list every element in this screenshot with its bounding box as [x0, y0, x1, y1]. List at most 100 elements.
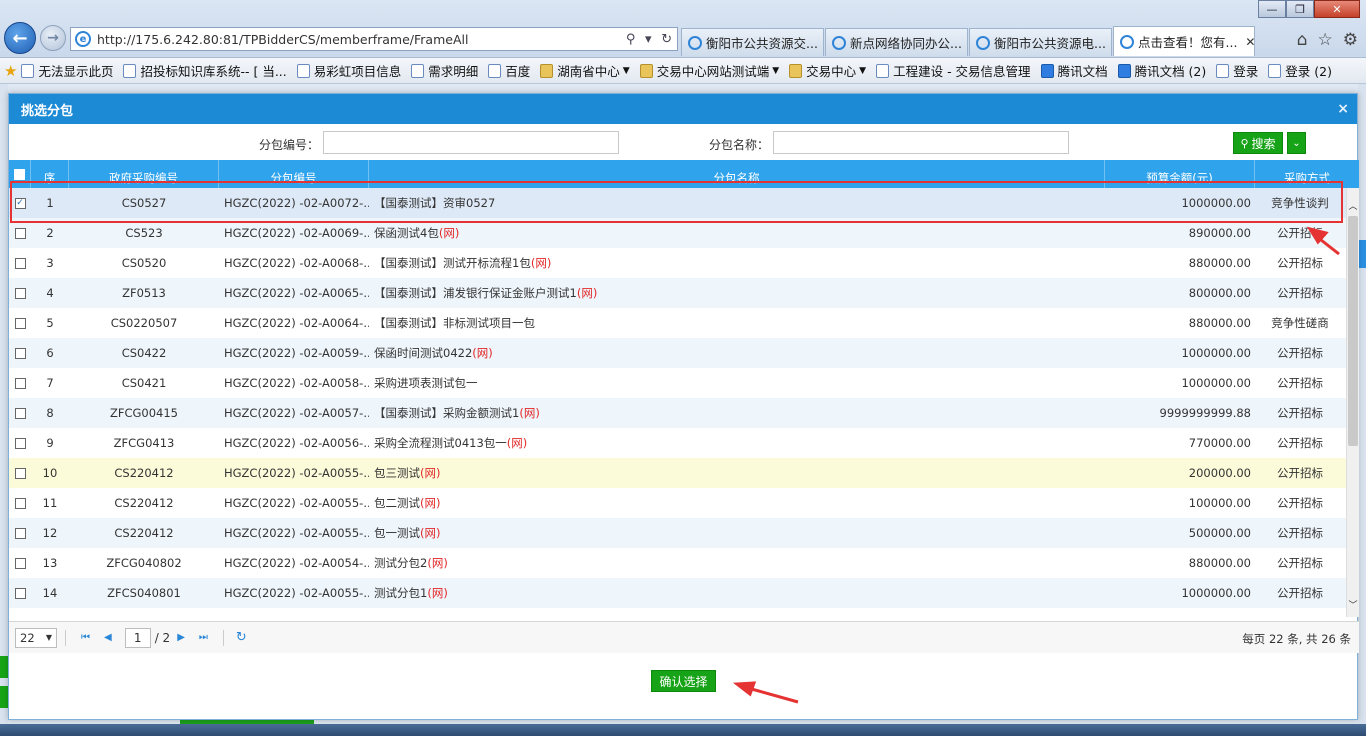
table-row[interactable]: 5 CS0220507 HGZC(2022) -02-A0064-... 【国泰测试】… [9, 308, 1346, 338]
row-checkbox[interactable] [14, 227, 26, 239]
last-page-icon[interactable]: ⏭ [199, 632, 208, 643]
search-options-button[interactable]: ⌄ [1287, 132, 1306, 154]
row-checkbox[interactable] [14, 317, 26, 329]
next-page-icon[interactable]: ▶ [177, 632, 185, 643]
col-method[interactable]: 采购方式 [1255, 160, 1359, 188]
col-package-name[interactable]: 分包名称 [369, 160, 1105, 188]
col-package-code[interactable]: 分包编号 [219, 160, 369, 188]
address-url[interactable]: http://175.6.242.80:81/TPBidderCS/member… [97, 32, 621, 47]
row-checkbox[interactable] [14, 347, 26, 359]
browser-tab[interactable]: 点击查看！您有... ✕ [1113, 26, 1255, 56]
home-icon[interactable]: ⌂ [1297, 30, 1308, 50]
package-name-text: 【国泰测试】采购金额测试1 [374, 406, 520, 420]
cell-package-name: 测试分包1 (网) [369, 578, 1105, 608]
favorite-link[interactable]: 交易中心 ▼ [789, 61, 866, 80]
cell-budget: 500000.00 [1188, 526, 1251, 540]
table-row[interactable]: 8 ZFCG00415 HGZC(2022) -02-A0057-... 【国泰测试】… [9, 398, 1346, 428]
close-icon[interactable]: ✕ [1245, 35, 1254, 49]
col-budget[interactable]: 预算金额(元) [1105, 160, 1255, 188]
table-row[interactable]: 13 ZFCG040802 HGZC(2022) -02-A0054-... 测试分包… [9, 548, 1346, 578]
table-row[interactable]: 7 CS0421 HGZC(2022) -02-A0058-... 采购进项表测试包一… [9, 368, 1346, 398]
forward-button[interactable]: → [40, 25, 66, 51]
table-row[interactable]: 6 CS0422 HGZC(2022) -02-A0059-... 保函时间测试042… [9, 338, 1346, 368]
favorite-link[interactable]: 登录 [1216, 61, 1258, 80]
cell-seq: 1 [46, 196, 54, 210]
row-checkbox[interactable] [14, 587, 26, 599]
table-row[interactable]: ✓ 1 CS0527 HGZC(2022) -02-A0072-... 【国泰测试】资审… [9, 188, 1346, 218]
ie-page-icon [1216, 63, 1230, 78]
row-checkbox[interactable]: ✓ [14, 197, 26, 209]
row-checkbox[interactable] [14, 527, 26, 539]
table-row[interactable]: 11 CS220412 HGZC(2022) -02-A0055-... 包二测试 (网… [9, 488, 1346, 518]
favorites-star-icon[interactable]: ☆ [1318, 30, 1333, 50]
browser-tab[interactable]: 衡阳市公共资源电... [969, 28, 1112, 56]
cell-budget: 800000.00 [1188, 286, 1251, 300]
scroll-thumb[interactable] [1348, 216, 1358, 446]
browser-tab[interactable]: 衡阳市公共资源交... [681, 28, 824, 56]
table-row[interactable]: 3 CS0520 HGZC(2022) -02-A0068-... 【国泰测试】测试开… [9, 248, 1346, 278]
favorite-link[interactable]: 易彩虹项目信息 [296, 61, 401, 80]
favorite-link[interactable]: 交易中心网站测试端 ▼ [639, 61, 779, 80]
table-row[interactable]: 4 ZF0513 HGZC(2022) -02-A0065-... 【国泰测试】浦发银… [9, 278, 1346, 308]
table-row[interactable]: 9 ZFCG0413 HGZC(2022) -02-A0056-... 采购全流程测试… [9, 428, 1346, 458]
row-checkbox[interactable] [14, 407, 26, 419]
first-page-icon[interactable]: ⏮ [81, 632, 90, 643]
gear-icon[interactable]: ⚙ [1343, 30, 1358, 50]
col-gov-code[interactable]: 政府采购编号 [69, 160, 219, 188]
current-page-input[interactable]: 1 [124, 627, 151, 648]
window-close-button[interactable]: ✕ [1314, 0, 1360, 18]
favorite-link[interactable]: 工程建设 - 交易信息管理 [876, 61, 1031, 80]
scroll-up-icon[interactable]: ︿ [1347, 198, 1359, 212]
vertical-scrollbar[interactable]: ︿ ﹀ [1346, 188, 1359, 617]
package-code-input[interactable] [323, 131, 619, 154]
row-checkbox-cell [9, 218, 31, 248]
pager-info: 每页 22 条, 共 26 条 [1242, 632, 1351, 646]
address-bar[interactable]: e http://175.6.242.80:81/TPBidderCS/memb… [70, 27, 678, 51]
dropdown-icon[interactable]: ▾ [645, 32, 652, 47]
table-row[interactable]: 2 CS523 HGZC(2022) -02-A0069-... 保函测试4包 (网) 8… [9, 218, 1346, 248]
prev-page-icon[interactable]: ◀ [104, 632, 112, 643]
select-all-checkbox[interactable] [14, 168, 25, 180]
table-row[interactable]: 10 CS220412 HGZC(2022) -02-A0055-... 包三测试 (网… [9, 458, 1346, 488]
row-checkbox[interactable] [14, 257, 26, 269]
page-size-select[interactable]: 22 ▼ [15, 627, 57, 648]
cell-budget: 880000.00 [1188, 556, 1251, 570]
row-checkbox[interactable] [14, 557, 26, 569]
favorite-label: 交易中心网站测试端 [656, 64, 770, 79]
cell-seq: 10 [42, 466, 58, 480]
row-checkbox[interactable] [14, 437, 26, 449]
col-seq[interactable]: 序 [31, 160, 69, 188]
favorite-link[interactable]: 腾讯文档 [1040, 61, 1108, 80]
favorites-star-icon[interactable]: ★ [4, 62, 17, 80]
cell-method: 公开招标 [1277, 586, 1323, 600]
favorite-link[interactable]: 需求明细 [411, 61, 478, 80]
cell-method: 公开招标 [1277, 436, 1323, 450]
favorite-link[interactable]: 无法显示此页 [21, 61, 113, 80]
row-checkbox[interactable] [14, 377, 26, 389]
back-button[interactable]: ← [4, 22, 36, 54]
favorite-link[interactable]: 腾讯文档 (2) [1117, 61, 1206, 80]
table-row[interactable]: 14 ZFCS040801 HGZC(2022) -02-A0055-... 测试分包… [9, 578, 1346, 608]
search-button[interactable]: ⚲ 搜索 [1233, 132, 1283, 154]
close-icon[interactable]: × [1337, 101, 1349, 117]
ie-page-icon [296, 63, 310, 78]
row-checkbox[interactable] [14, 467, 26, 479]
favorite-link[interactable]: 登录 (2) [1268, 61, 1332, 80]
favorite-link[interactable]: 招投标知识库系统-- [ 当... [123, 61, 287, 80]
refresh-icon[interactable]: ↻ [661, 32, 672, 47]
browser-tab[interactable]: 新点网络协同办公... [825, 28, 968, 56]
package-name-text: 包三测试 [374, 466, 420, 480]
minimize-button[interactable]: — [1258, 0, 1286, 18]
package-name-input[interactable] [773, 131, 1069, 154]
search-icon[interactable]: ⚲ [626, 32, 636, 47]
maximize-button[interactable]: ❐ [1286, 0, 1314, 18]
favorite-link[interactable]: 百度 [488, 61, 530, 80]
row-checkbox[interactable] [14, 497, 26, 509]
table-row[interactable]: 12 CS220412 HGZC(2022) -02-A0055-... 包一测试 (网… [9, 518, 1346, 548]
favorite-label: 无法显示此页 [38, 64, 114, 79]
scroll-down-icon[interactable]: ﹀ [1347, 597, 1359, 611]
favorite-link[interactable]: 湖南省中心 ▼ [540, 61, 630, 80]
refresh-icon[interactable]: ↻ [236, 630, 247, 645]
row-checkbox[interactable] [14, 287, 26, 299]
confirm-selection-button[interactable]: 确认选择 [651, 670, 716, 692]
